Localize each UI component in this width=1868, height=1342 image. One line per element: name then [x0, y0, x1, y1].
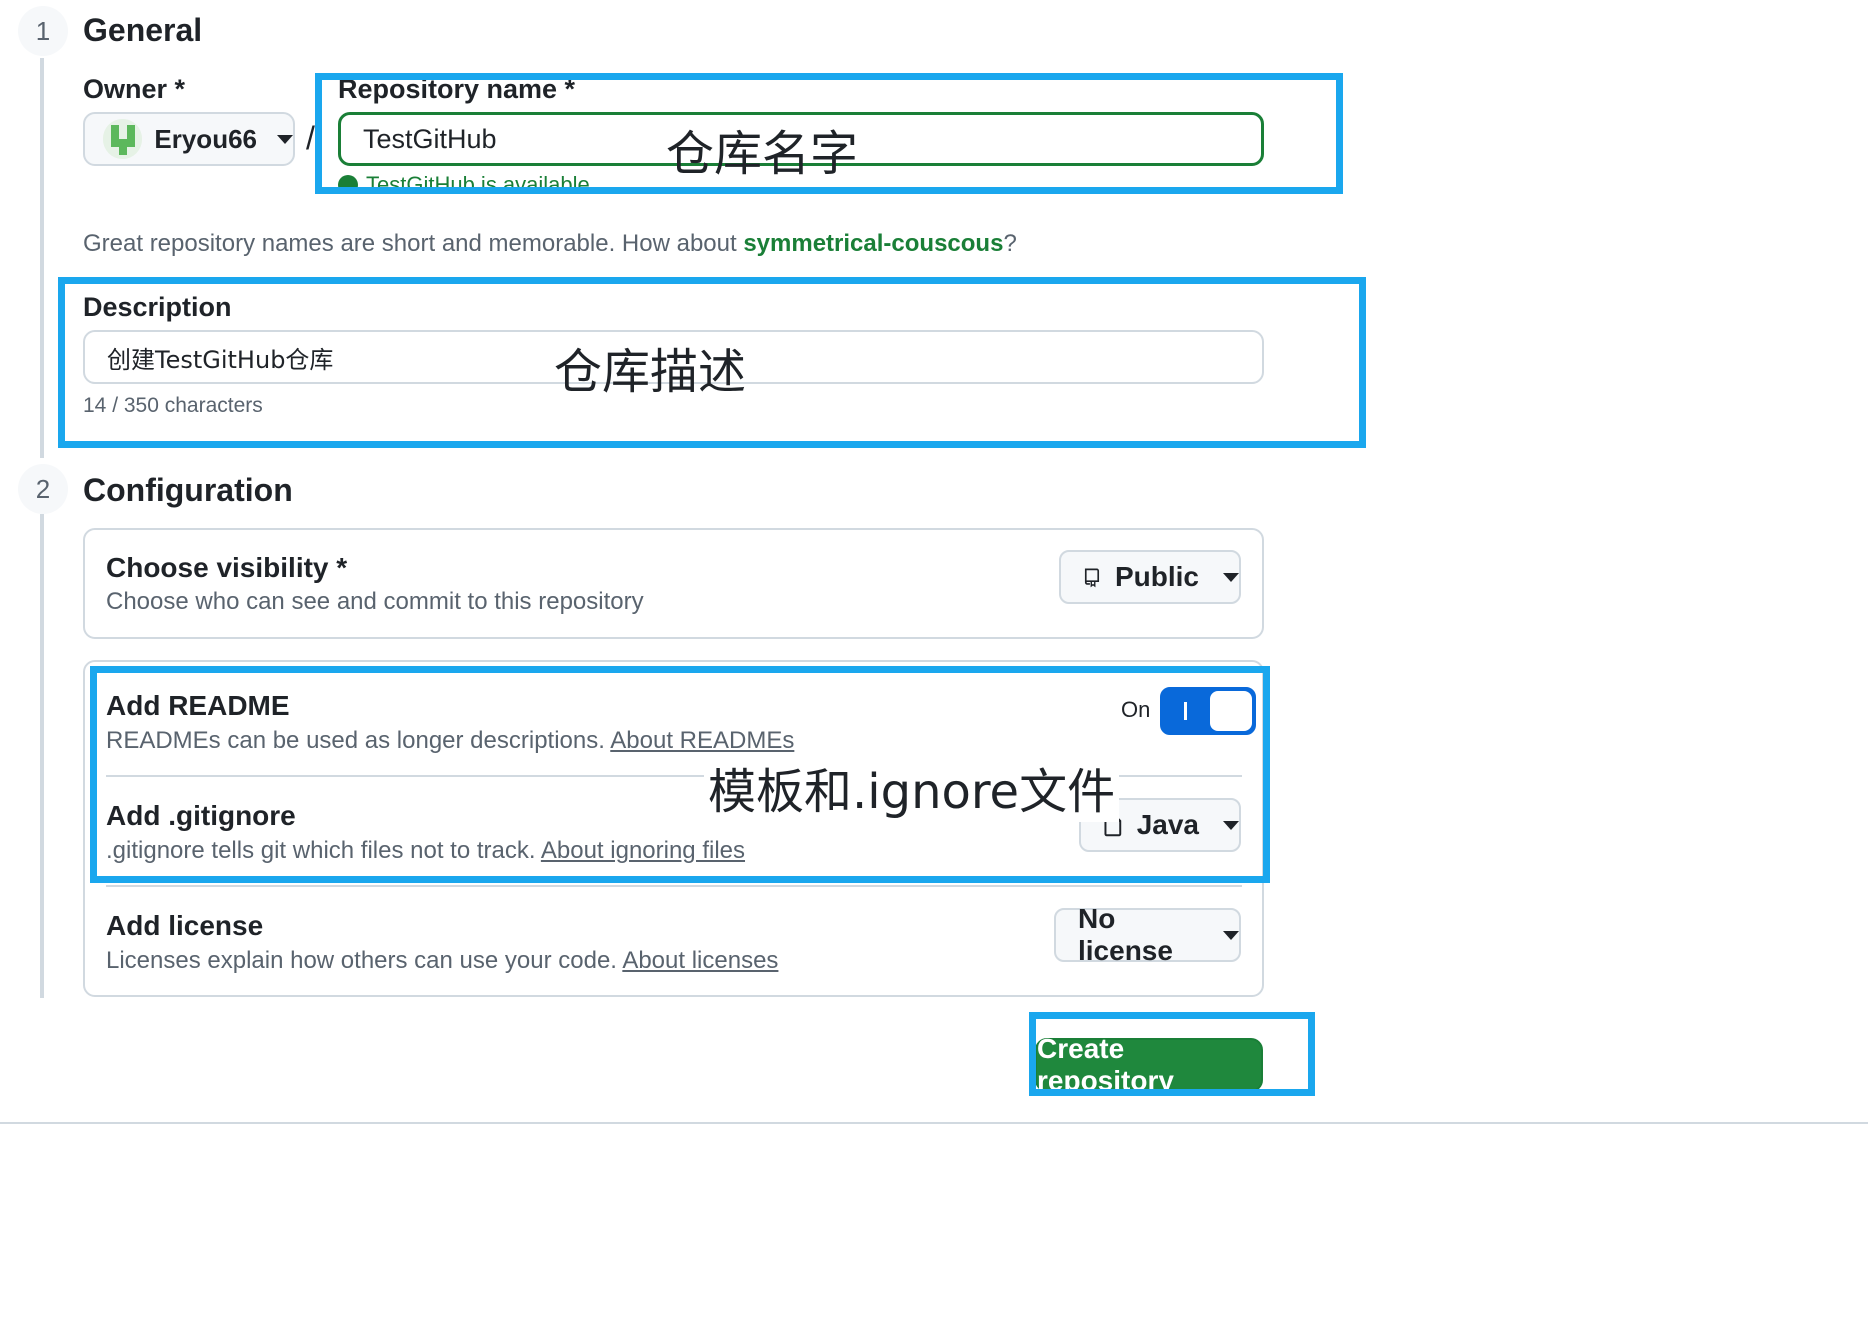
avatar	[103, 119, 143, 159]
owner-name: Eryou66	[154, 123, 257, 154]
owner-label: Owner *	[83, 74, 186, 104]
license-description: Licenses explain how others can use your…	[106, 947, 779, 974]
page-bottom-divider	[0, 1122, 1868, 1124]
triangle-down-icon	[1223, 930, 1239, 940]
visibility-description: Choose who can see and commit to this re…	[106, 588, 644, 615]
step-2-indicator: 2	[18, 464, 68, 514]
row-divider	[106, 885, 1242, 887]
visibility-dropdown[interactable]: Public	[1059, 550, 1241, 604]
triangle-down-icon	[277, 134, 293, 144]
visibility-value: Public	[1114, 561, 1199, 592]
suggested-name-link[interactable]: symmetrical-couscous	[743, 230, 1003, 257]
visibility-title: Choose visibility *	[106, 552, 348, 583]
repo-icon	[1084, 568, 1100, 588]
triangle-down-icon	[1223, 572, 1239, 582]
step-1-indicator: 1	[18, 6, 68, 56]
step-number: 1	[35, 15, 51, 46]
section-title-configuration: Configuration	[83, 472, 293, 508]
name-suggestion: Great repository names are short and mem…	[83, 230, 1017, 257]
annotation-template: 模板和.ignore文件	[704, 752, 1120, 822]
license-title: Add license	[106, 910, 264, 941]
owner-repo-separator: /	[306, 120, 315, 156]
annotation-description: 仓库描述	[554, 344, 747, 400]
section-title-general: General	[83, 12, 203, 48]
license-value: No license	[1078, 903, 1173, 966]
annotation-repo-name: 仓库名字	[666, 126, 859, 182]
step-connector-line	[40, 58, 44, 458]
about-licenses-link[interactable]: About licenses	[622, 947, 778, 974]
owner-select[interactable]: Eryou66	[83, 112, 295, 166]
step-connector-line	[40, 514, 44, 998]
annotation-box-create	[1029, 1012, 1315, 1096]
license-dropdown[interactable]: No license	[1054, 903, 1241, 966]
step-number: 2	[35, 473, 51, 504]
